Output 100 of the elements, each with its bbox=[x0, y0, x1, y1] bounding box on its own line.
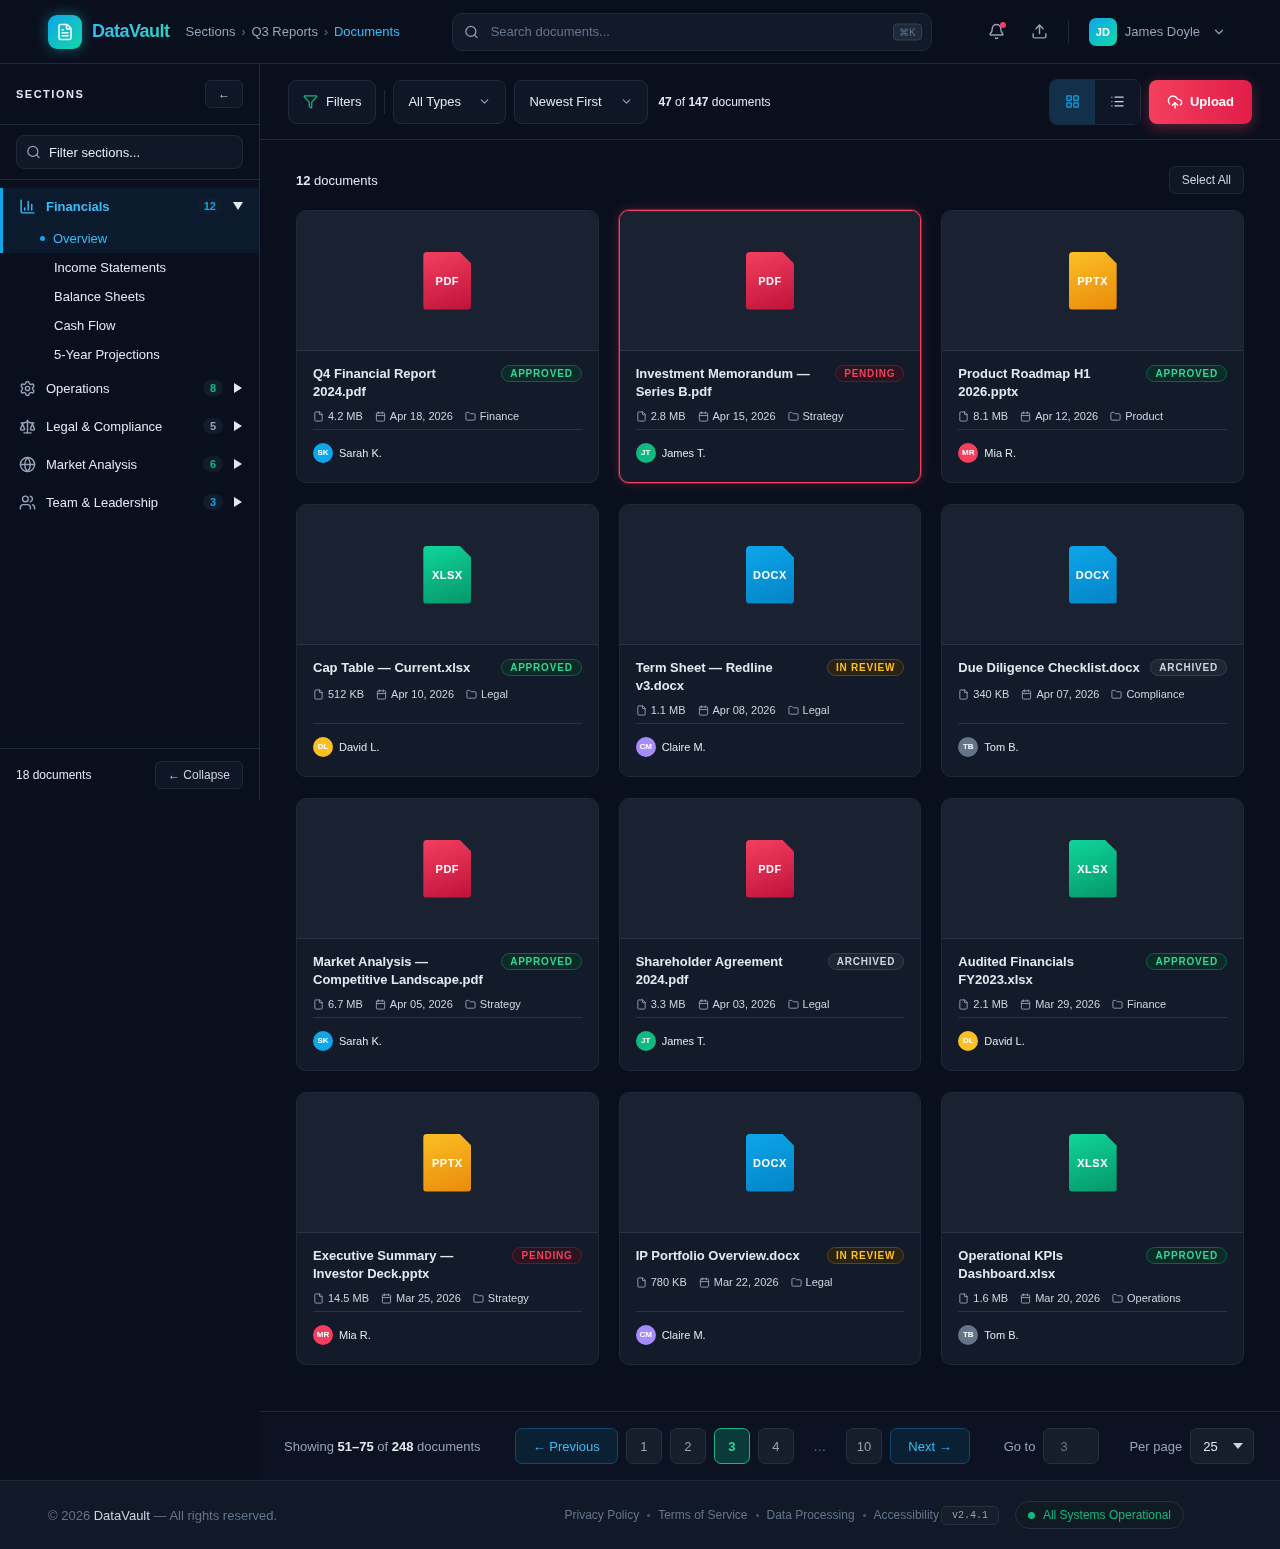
author-name: James T. bbox=[661, 446, 706, 459]
file-date: Apr 10, 2026 bbox=[391, 688, 455, 700]
file-size: 1.1 MB bbox=[650, 704, 686, 716]
document-card[interactable]: PPTX Product Roadmap H1 2026.pptx APPROVED 8.1 MB Apr 12, 2026 Product MR Mia R. bbox=[941, 210, 1244, 483]
status-badge: ARCHIVED bbox=[1150, 659, 1227, 676]
folder-icon bbox=[1111, 688, 1123, 700]
document-card[interactable]: PDF Q4 Financial Report 2024.pdf APPROVED 4.2 MB Apr 18, 2026 Finance SK Sarah K. bbox=[296, 210, 599, 483]
footer-link[interactable]: Data Processing bbox=[766, 1508, 855, 1522]
filters-button[interactable]: Filters bbox=[288, 79, 377, 124]
folder-icon bbox=[787, 704, 799, 716]
footer-link[interactable]: Accessibility bbox=[873, 1508, 939, 1522]
file-size: 340 KB bbox=[973, 688, 1010, 700]
author-name: Mia R. bbox=[339, 1328, 371, 1341]
file-date: Apr 18, 2026 bbox=[389, 410, 453, 422]
author-name: Mia R. bbox=[984, 446, 1017, 459]
document-card[interactable]: XLSX Cap Table — Current.xlsx APPROVED 512 KB Apr 10, 2026 Legal DL David L. bbox=[296, 504, 599, 777]
file-icon bbox=[635, 1276, 647, 1288]
folder-icon bbox=[464, 410, 476, 422]
breadcrumb-separator: › bbox=[241, 24, 246, 39]
folder-icon bbox=[464, 998, 476, 1010]
document-card[interactable]: DOCX Term Sheet — Redline v3.docx IN REVIEW 1.1 MB Apr 08, 2026 Legal CM Claire M. bbox=[618, 504, 922, 777]
document-card[interactable]: PDF Shareholder Agreement 2024.pdf ARCHIVED 3.3 MB Apr 03, 2026 Legal JT James T. bbox=[618, 798, 922, 1071]
section-item[interactable]: Legal & Compliance 5 bbox=[0, 407, 259, 445]
system-status: All Systems Operational bbox=[1014, 1501, 1184, 1529]
file-folder: Strategy bbox=[487, 1292, 529, 1304]
file-date: Apr 12, 2026 bbox=[1035, 410, 1099, 422]
page-button[interactable]: 4 bbox=[757, 1428, 794, 1464]
folder-icon bbox=[1112, 998, 1123, 1010]
file-icon bbox=[958, 1292, 970, 1304]
page-button[interactable]: 10 bbox=[845, 1428, 883, 1464]
collapse-button[interactable]: ← bbox=[205, 80, 243, 108]
file-icon bbox=[313, 410, 324, 422]
document-card[interactable]: XLSX Audited Financials FY2023.xlsx APPROVED 2.1 MB Mar 29, 2026 Finance DL David L. bbox=[941, 798, 1244, 1071]
file-type-icon: PDF bbox=[746, 251, 794, 310]
file-type-icon: PPTX bbox=[1068, 251, 1117, 310]
subsection-item[interactable]: Overview bbox=[0, 224, 259, 253]
grid-view-button[interactable] bbox=[1049, 79, 1095, 124]
document-card[interactable]: PPTX Executive Summary — Investor Deck.pptx PENDING 14.5 MB Mar 25, 2026 Strategy MR Mia R. bbox=[296, 1092, 599, 1365]
goto-field[interactable]: 3 bbox=[1043, 1428, 1100, 1464]
author-avatar: SK bbox=[313, 1030, 333, 1051]
document-card[interactable]: PDF Market Analysis — Competitive Landscape.pdf APPROVED 6.7 MB Apr 05, 2026 Strategy SK Sarah K. bbox=[296, 798, 599, 1071]
results-summary: 47 of 147 documents bbox=[658, 94, 771, 109]
author-avatar: CM bbox=[635, 736, 656, 757]
section-item[interactable]: Operations 8 bbox=[0, 369, 259, 407]
document-card[interactable]: XLSX Operational KPIs Dashboard.xlsx APPROVED 1.6 MB Mar 20, 2026 Operations TB Tom B. bbox=[941, 1092, 1244, 1365]
document-title: Investment Memorandum — Series B.pdf bbox=[635, 365, 811, 401]
subsection-item[interactable]: 5-Year Projections bbox=[0, 340, 259, 369]
file-icon bbox=[958, 688, 970, 700]
per-page-select[interactable]: 25 bbox=[1190, 1428, 1255, 1464]
breadcrumb-link[interactable]: Sections bbox=[185, 24, 236, 39]
section-item[interactable]: Market Analysis 6 bbox=[0, 445, 259, 483]
next-button[interactable]: Next → bbox=[890, 1428, 970, 1464]
breadcrumb-link[interactable]: Documents bbox=[333, 24, 400, 39]
subsection-item[interactable]: Cash Flow bbox=[0, 311, 259, 340]
calendar-icon bbox=[698, 1276, 710, 1288]
footer-link[interactable]: Privacy Policy bbox=[564, 1508, 640, 1522]
document-title: Due Diligence Checklist.docx bbox=[958, 659, 1140, 677]
subsection-item[interactable]: Income Statements bbox=[0, 253, 259, 282]
file-folder: Compliance bbox=[1126, 688, 1185, 700]
page-button[interactable]: 1 bbox=[625, 1428, 662, 1464]
upload-button[interactable]: Upload bbox=[1148, 79, 1252, 124]
file-date: Apr 08, 2026 bbox=[712, 704, 776, 716]
file-size: 2.8 MB bbox=[650, 410, 686, 422]
count-badge: 12 bbox=[196, 198, 223, 214]
type-select[interactable]: All Types bbox=[393, 79, 507, 124]
page-button[interactable]: 2 bbox=[669, 1428, 706, 1464]
page-button[interactable]: 3 bbox=[713, 1428, 750, 1464]
calendar-icon bbox=[380, 1292, 392, 1304]
filter-field[interactable]: Filter sections... bbox=[16, 135, 243, 169]
list-view-button[interactable] bbox=[1094, 79, 1140, 124]
calendar-icon bbox=[1020, 998, 1032, 1010]
status-badge: PENDING bbox=[835, 365, 905, 382]
footer-link[interactable]: Terms of Service bbox=[658, 1508, 748, 1522]
section-item[interactable]: Financials 12 bbox=[0, 188, 259, 224]
file-date: Apr 05, 2026 bbox=[389, 998, 453, 1010]
file-type-icon: PDF bbox=[423, 839, 472, 898]
file-size: 780 KB bbox=[650, 1276, 687, 1288]
file-type-icon: PDF bbox=[423, 251, 472, 310]
sort-select[interactable]: Newest First bbox=[514, 79, 649, 124]
file-date: Mar 22, 2026 bbox=[713, 1276, 779, 1288]
status-badge: IN REVIEW bbox=[826, 1247, 905, 1264]
file-type-icon: PPTX bbox=[423, 1133, 472, 1192]
file-icon bbox=[635, 704, 647, 716]
status-badge: APPROVED bbox=[1146, 953, 1227, 970]
file-type-icon: DOCX bbox=[746, 1133, 794, 1192]
user-menu[interactable]: JD James Doyle bbox=[1082, 16, 1232, 47]
section-item[interactable]: Team & Leadership 3 bbox=[0, 483, 259, 521]
breadcrumb-link[interactable]: Q3 Reports bbox=[251, 24, 318, 39]
author-name: James T. bbox=[661, 1034, 706, 1047]
file-icon bbox=[635, 410, 647, 422]
document-card[interactable]: DOCX Due Diligence Checklist.docx ARCHIVED 340 KB Apr 07, 2026 Compliance TB Tom B. bbox=[941, 504, 1244, 777]
select-all-button[interactable]: Select All bbox=[1168, 166, 1244, 194]
collapse-button[interactable]: ← Collapse bbox=[154, 760, 243, 789]
search-icon bbox=[463, 24, 479, 39]
file-type-icon: XLSX bbox=[1068, 839, 1117, 898]
document-card[interactable]: PDF Investment Memorandum — Series B.pdf PENDING 2.8 MB Apr 15, 2026 Strategy JT James T. bbox=[618, 210, 922, 483]
file-size: 8.1 MB bbox=[973, 410, 1009, 422]
document-card[interactable]: DOCX IP Portfolio Overview.docx IN REVIEW 780 KB Mar 22, 2026 Legal CM Claire M. bbox=[618, 1092, 922, 1365]
subsection-item[interactable]: Balance Sheets bbox=[0, 282, 259, 311]
previous-button[interactable]: ← Previous bbox=[514, 1428, 618, 1464]
